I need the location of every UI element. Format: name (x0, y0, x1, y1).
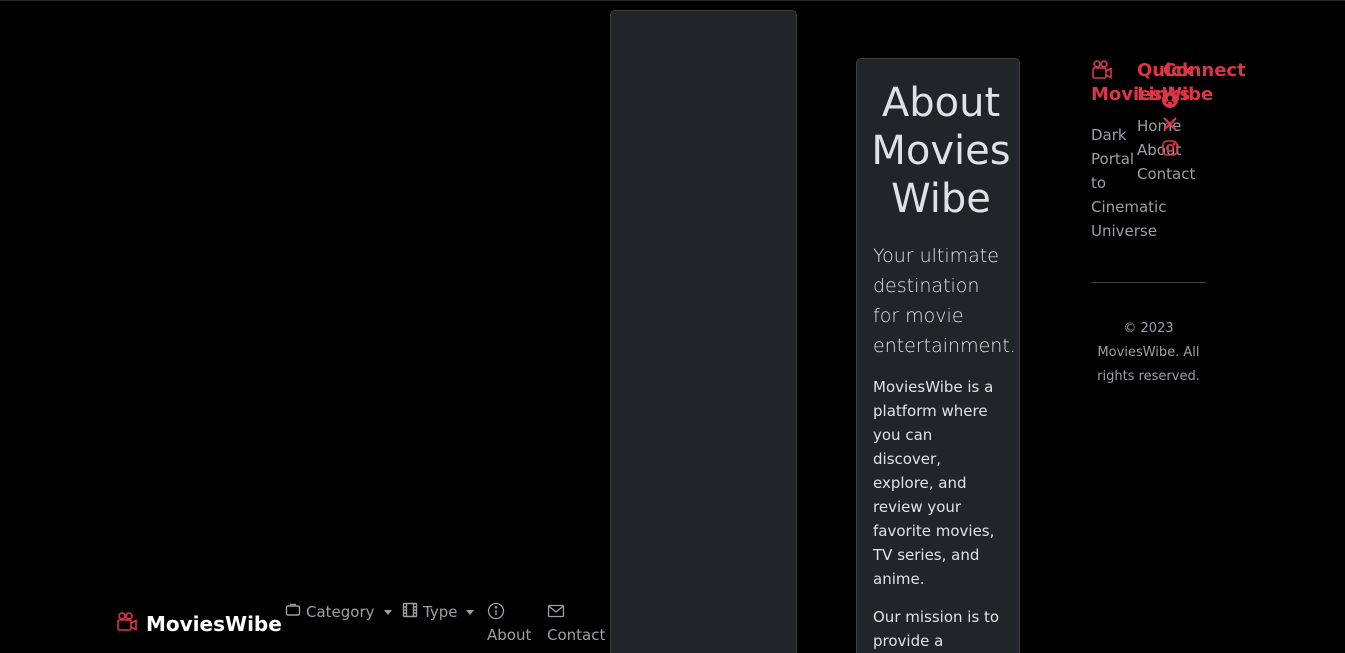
about-title: About Movies Wibe (871, 80, 1011, 222)
footer-social-links (1161, 91, 1179, 157)
nav-category-label: Category (306, 603, 375, 621)
about-paragraph: MoviesWibe is a platform where you can d… (873, 378, 995, 588)
nav-contact-link[interactable]: Contact (547, 602, 605, 644)
github-icon[interactable] (1161, 91, 1179, 109)
footer-link-contact[interactable]: Contact (1137, 162, 1195, 186)
nav-about-label: About (487, 626, 532, 644)
camera-reels-icon (116, 611, 138, 637)
footer-copyright: © 2023 MoviesWibe. All rights reserved. (1097, 321, 1200, 384)
nav-type-dropdown[interactable]: Type (402, 602, 475, 622)
envelope-icon (547, 602, 605, 622)
about-paragraph: Our mission is to provide a comprehensiv… (873, 608, 1000, 650)
navbar-brand[interactable]: MoviesWibe (116, 611, 282, 637)
nav-about-link[interactable]: About (487, 602, 531, 644)
about-lead: Your ultimate destination for movie ente… (873, 245, 1016, 357)
image-card-placeholder (610, 10, 797, 653)
chevron-down-icon (383, 609, 392, 615)
footer-connect-title: Connect (1163, 60, 1246, 81)
x-icon[interactable] (1161, 115, 1179, 133)
brand-name: MoviesWibe (146, 612, 282, 636)
film-icon (402, 602, 418, 622)
nav-contact-label: Contact (547, 626, 606, 644)
footer-divider (1091, 282, 1206, 283)
tv-icon (285, 602, 301, 622)
instagram-icon[interactable] (1161, 139, 1179, 157)
info-circle-icon (487, 602, 531, 622)
nav-type-label: Type (423, 603, 458, 621)
about-card: About Movies Wibe Your ultimate destinat… (856, 58, 1020, 653)
chevron-down-icon (466, 609, 475, 615)
nav-category-dropdown[interactable]: Category (285, 602, 392, 622)
